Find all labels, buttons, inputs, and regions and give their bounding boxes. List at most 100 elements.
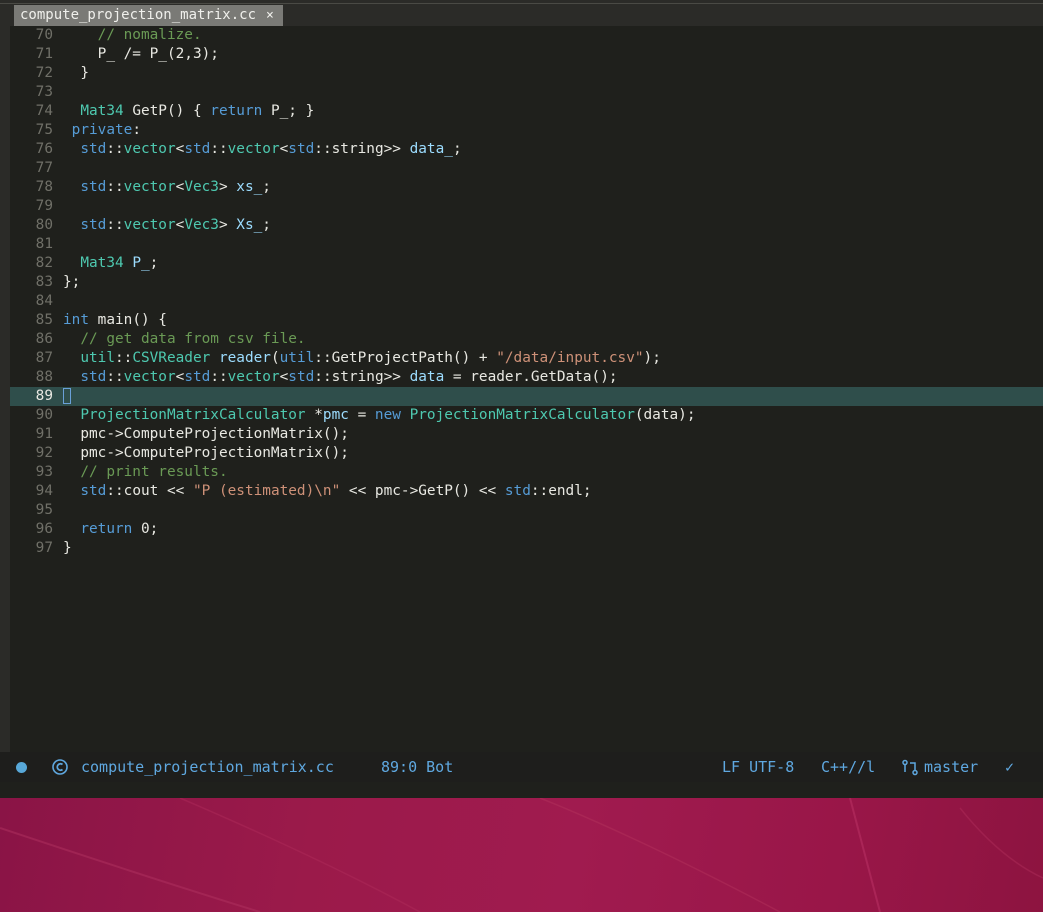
code-token: "P (estimated)\n" (192, 483, 341, 499)
code-token: P_; } (262, 103, 315, 119)
code-text[interactable]: }; (63, 273, 80, 292)
line-number: 84 (35, 293, 53, 309)
line-number: 97 (35, 540, 53, 556)
code-line[interactable]: 71 P_ /= P_(2,3); (10, 45, 1043, 64)
code-text[interactable]: pmc->ComputeProjectionMatrix(); (63, 425, 349, 444)
code-token: << pmc->GetP() << (340, 483, 505, 499)
code-line[interactable]: 94 std::cout << "P (estimated)\n" << pmc… (10, 482, 1043, 501)
code-line[interactable]: 91 pmc->ComputeProjectionMatrix(); (10, 425, 1043, 444)
code-text[interactable]: std::vector<std::vector<std::string>> da… (63, 368, 617, 387)
code-text[interactable]: private: (63, 121, 141, 140)
line-number: 90 (35, 407, 53, 423)
code-text[interactable]: std::vector<std::vector<std::string>> da… (63, 140, 461, 159)
code-text[interactable]: return 0; (63, 520, 158, 539)
code-token: int (63, 312, 89, 328)
code-line[interactable]: 79 (10, 197, 1043, 216)
code-line[interactable]: 73 (10, 83, 1043, 102)
code-line[interactable]: 92 pmc->ComputeProjectionMatrix(); (10, 444, 1043, 463)
code-text[interactable]: pmc->ComputeProjectionMatrix(); (63, 444, 349, 463)
code-line[interactable]: 97} (10, 539, 1043, 558)
code-line[interactable]: 82 Mat34 P_; (10, 254, 1043, 273)
code-text[interactable]: ProjectionMatrixCalculator *pmc = new Pr… (63, 406, 695, 425)
code-line[interactable]: 74 Mat34 GetP() { return P_; } (10, 102, 1043, 121)
code-text[interactable]: // print results. (63, 463, 227, 482)
code-line[interactable]: 81 (10, 235, 1043, 254)
tab-bar: compute_projection_matrix.cc × (0, 0, 1043, 26)
code-line[interactable]: 87 util::CSVReader reader(util::GetProje… (10, 349, 1043, 368)
code-text[interactable]: } (63, 64, 89, 83)
code-line[interactable]: 84 (10, 292, 1043, 311)
code-line[interactable]: 86 // get data from csv file. (10, 330, 1043, 349)
code-text[interactable]: // get data from csv file. (63, 330, 305, 349)
code-text[interactable]: // nomalize. (63, 26, 202, 45)
file-tab[interactable]: compute_projection_matrix.cc × (14, 5, 283, 26)
code-line[interactable]: 72 } (10, 64, 1043, 83)
code-token: pmc->ComputeProjectionMatrix(); (63, 426, 349, 442)
code-token: vector (123, 217, 176, 233)
code-token: return (80, 521, 133, 537)
code-token: ); (643, 350, 661, 366)
encoding-indicator[interactable]: LF UTF-8 (722, 752, 794, 782)
file-tab-label: compute_projection_matrix.cc (20, 7, 257, 23)
code-text[interactable]: std::vector<Vec3> xs_; (63, 178, 271, 197)
line-number: 74 (35, 103, 53, 119)
code-line[interactable]: 77 (10, 159, 1043, 178)
code-line[interactable]: 93 // print results. (10, 463, 1043, 482)
code-text[interactable]: P_ /= P_(2,3); (63, 45, 219, 64)
code-line[interactable]: 76 std::vector<std::vector<std::string>>… (10, 140, 1043, 159)
code-token: reader (218, 350, 271, 366)
code-text[interactable]: util::CSVReader reader(util::GetProjectP… (63, 349, 661, 368)
code-token: < (175, 369, 185, 385)
code-token: std (504, 483, 531, 499)
code-text[interactable]: std::vector<Vec3> Xs_; (63, 216, 271, 235)
code-editor[interactable]: 70 // nomalize. 71 P_ /= P_(2,3); 72 } 73 74… (10, 26, 1043, 752)
close-icon[interactable]: × (266, 8, 274, 23)
code-line[interactable]: 80 std::vector<Vec3> Xs_; (10, 216, 1043, 235)
code-token: :: (106, 141, 124, 157)
text-cursor (63, 388, 71, 404)
code-text[interactable]: int main() { (63, 311, 167, 330)
code-token: xs_ (236, 179, 263, 195)
code-token: }; (63, 274, 81, 290)
code-line[interactable]: 83}; (10, 273, 1043, 292)
code-token: new (374, 407, 401, 423)
code-line[interactable]: 70 // nomalize. (10, 26, 1043, 45)
code-text[interactable]: std::cout << "P (estimated)\n" << pmc->G… (63, 482, 591, 501)
code-text[interactable]: } (63, 539, 72, 558)
git-branch[interactable]: master (924, 752, 978, 782)
code-token: } (63, 540, 72, 556)
code-token: ::string>> (314, 369, 410, 385)
code-line[interactable]: 75 private: (10, 121, 1043, 140)
code-line[interactable]: 96 return 0; (10, 520, 1043, 539)
line-number: 95 (35, 502, 53, 518)
line-number: 96 (35, 521, 53, 537)
line-number: 87 (35, 350, 53, 366)
code-token: 0; (132, 521, 159, 537)
code-line[interactable]: 85 int main() { (10, 311, 1043, 330)
line-number: 88 (35, 369, 53, 385)
code-token: util (279, 350, 315, 366)
code-token: > (218, 179, 237, 195)
status-filename[interactable]: compute_projection_matrix.cc (81, 752, 334, 782)
code-line[interactable]: 78 std::vector<Vec3> xs_; (10, 178, 1043, 197)
code-token: ::cout << (106, 483, 193, 499)
code-line[interactable]: 89 (10, 387, 1043, 406)
line-number: 71 (35, 46, 53, 62)
code-token: < (175, 179, 185, 195)
code-text[interactable]: Mat34 P_; (63, 254, 158, 273)
code-line[interactable]: 90 ProjectionMatrixCalculator *pmc = new… (10, 406, 1043, 425)
code-line[interactable]: 88 std::vector<std::vector<std::string>>… (10, 368, 1043, 387)
desktop-wallpaper (0, 798, 1043, 912)
code-token: pmc (322, 407, 349, 423)
code-token: data (409, 369, 445, 385)
major-mode[interactable]: C++//l (821, 752, 875, 782)
code-text[interactable]: Mat34 GetP() { return P_; } (63, 102, 314, 121)
code-line[interactable]: 95 (10, 501, 1043, 520)
